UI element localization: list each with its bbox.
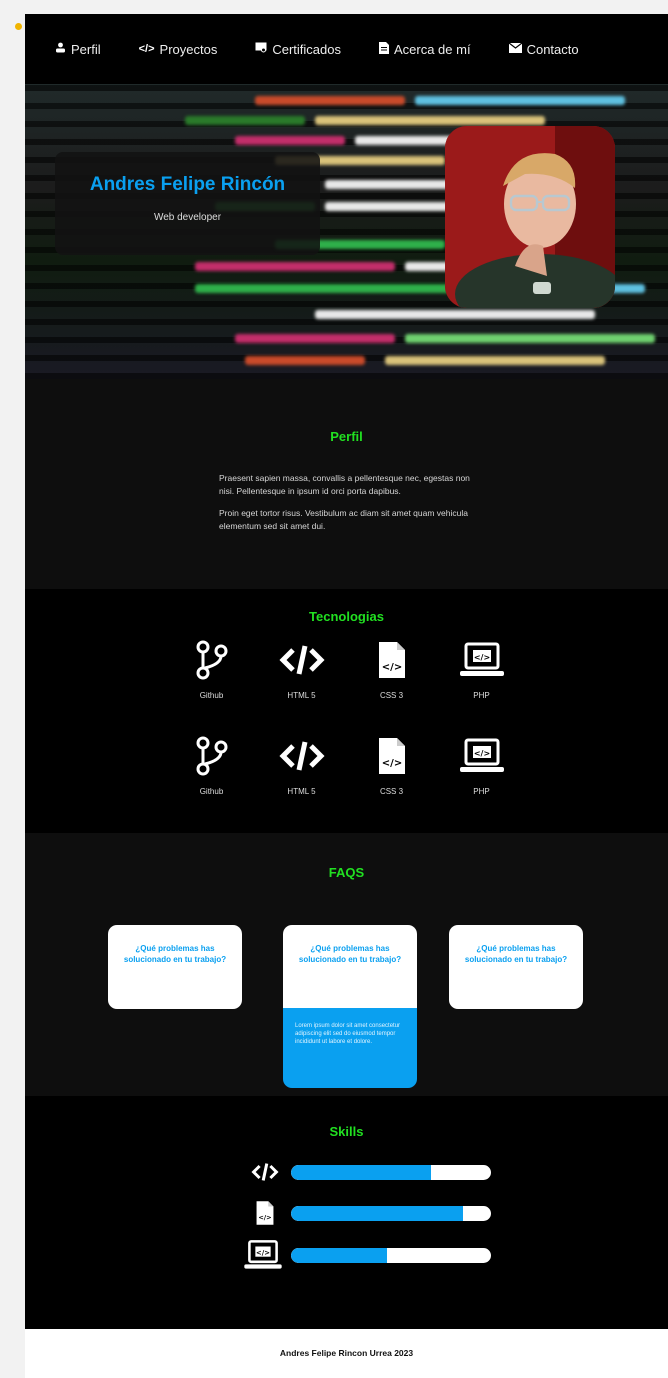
tech-label: Github bbox=[199, 787, 224, 796]
faq-question: ¿Qué problemas has solucionado en tu tra… bbox=[298, 944, 402, 964]
svg-text:</>: </> bbox=[381, 758, 401, 769]
hero-name-card: Andres Felipe Rincón Web developer bbox=[55, 152, 320, 255]
tech-item-php: </> PHP bbox=[459, 640, 505, 700]
code-icon bbox=[247, 1160, 283, 1184]
code-icon bbox=[278, 640, 325, 685]
document-icon bbox=[378, 41, 389, 57]
perfil-paragraph: Proin eget tortor risus. Vestibulum ac d… bbox=[219, 508, 468, 531]
tech-label: CSS 3 bbox=[379, 691, 404, 700]
git-branch-icon bbox=[195, 736, 229, 781]
nav-item-proyectos[interactable]: </> Proyectos bbox=[139, 42, 218, 57]
faq-card[interactable]: ¿Qué problemas has solucionado en tu tra… bbox=[108, 925, 242, 1009]
skill-row bbox=[247, 1160, 491, 1184]
svg-text:</>: </> bbox=[381, 662, 401, 673]
faq-question: ¿Qué problemas has solucionado en tu tra… bbox=[464, 944, 568, 964]
envelope-icon bbox=[508, 42, 522, 56]
tech-label: PHP bbox=[473, 691, 490, 700]
faq-answer: Lorem ipsum dolor sit amet consectetur a… bbox=[283, 1008, 417, 1088]
certificate-icon bbox=[255, 42, 267, 56]
nav-item-label: Contacto bbox=[526, 41, 579, 57]
tech-item-css: </> CSS 3 bbox=[377, 640, 407, 700]
tech-label: PHP bbox=[473, 787, 490, 796]
skill-row: </> bbox=[247, 1200, 491, 1226]
tech-item-github: Github bbox=[195, 736, 229, 796]
svg-text:</>: </> bbox=[473, 653, 489, 662]
window-indicator-dot bbox=[15, 23, 22, 30]
hero-role: Web developer bbox=[153, 212, 222, 223]
git-branch-icon bbox=[195, 640, 229, 685]
section-title-skills: Skills bbox=[329, 1124, 364, 1139]
tech-label: HTML 5 bbox=[287, 787, 316, 796]
faq-question: ¿Qué problemas has solucionado en tu tra… bbox=[123, 944, 227, 964]
nav-item-label: Certificados bbox=[272, 41, 341, 57]
faq-card[interactable]: ¿Qué problemas has solucionado en tu tra… bbox=[449, 925, 583, 1009]
nav-item-label: Acerca de mí bbox=[393, 41, 471, 57]
code-file-icon: </> bbox=[247, 1200, 283, 1226]
skill-row: </> bbox=[243, 1238, 491, 1272]
nav-item-certificados[interactable]: Certificados bbox=[255, 42, 341, 57]
nav-item-contacto[interactable]: Contacto bbox=[508, 41, 579, 57]
code-icon bbox=[278, 736, 325, 781]
tech-label: Github bbox=[199, 691, 224, 700]
tech-item-github: Github bbox=[195, 640, 229, 700]
svg-text:</>: </> bbox=[258, 1214, 271, 1222]
perfil-description: Praesent sapien massa, convallis a pelle… bbox=[219, 472, 474, 533]
perfil-section: Perfil Praesent sapien massa, convallis … bbox=[25, 379, 668, 589]
nav-item-label: Proyectos bbox=[159, 41, 218, 57]
footer-text: Andres Felipe Rincon Urrea 2023 bbox=[279, 1348, 414, 1358]
laptop-code-icon: </> bbox=[459, 736, 505, 781]
tech-item-html: HTML 5 bbox=[278, 640, 325, 700]
profile-photo bbox=[445, 126, 615, 308]
page-footer: Andres Felipe Rincon Urrea 2023 bbox=[25, 1329, 668, 1378]
skill-progress-bar bbox=[291, 1205, 491, 1221]
tecnologias-section: Tecnologias Github HTML 5 </> CSS 3 </> … bbox=[25, 589, 668, 833]
skill-progress-bar bbox=[291, 1164, 491, 1180]
section-title-faqs: FAQS bbox=[328, 865, 365, 880]
tech-item-php: </> PHP bbox=[459, 736, 505, 796]
top-navigation: Perfil </> Proyectos Certificados Acerca… bbox=[25, 14, 668, 84]
faqs-section: FAQS ¿Qué problemas has solucionado en t… bbox=[25, 833, 668, 1096]
skills-section: Skills </> </> bbox=[25, 1096, 668, 1329]
code-file-icon: </> bbox=[377, 640, 407, 685]
laptop-code-icon: </> bbox=[243, 1238, 283, 1272]
nav-item-perfil[interactable]: Perfil bbox=[55, 42, 101, 57]
tech-grid: Github HTML 5 </> CSS 3 </> PHP Github H… bbox=[172, 640, 522, 796]
page-frame: Perfil </> Proyectos Certificados Acerca… bbox=[25, 14, 668, 1378]
user-icon bbox=[55, 42, 66, 56]
tech-item-css: </> CSS 3 bbox=[377, 736, 407, 796]
tech-label: CSS 3 bbox=[379, 787, 404, 796]
hero-name: Andres Felipe Rincón bbox=[89, 174, 286, 195]
svg-text:</>: </> bbox=[473, 749, 489, 758]
skill-progress-fill bbox=[291, 1247, 387, 1263]
skill-progress-bar bbox=[291, 1247, 491, 1263]
skill-progress-fill bbox=[291, 1205, 463, 1221]
laptop-code-icon: </> bbox=[459, 640, 505, 685]
code-icon: </> bbox=[138, 43, 155, 55]
faq-card-open[interactable]: ¿Qué problemas has solucionado en tu tra… bbox=[283, 925, 417, 1021]
hero-banner: Andres Felipe Rincón Web developer bbox=[25, 84, 668, 379]
nav-item-label: Perfil bbox=[71, 41, 101, 57]
skill-progress-fill bbox=[291, 1164, 431, 1180]
section-title-perfil: Perfil bbox=[330, 429, 363, 444]
perfil-paragraph: Praesent sapien massa, convallis a pelle… bbox=[219, 473, 470, 496]
svg-text:</>: </> bbox=[256, 1249, 270, 1257]
code-file-icon: </> bbox=[377, 736, 407, 781]
nav-item-acerca[interactable]: Acerca de mí bbox=[378, 41, 471, 57]
tech-label: HTML 5 bbox=[287, 691, 316, 700]
section-title-tecnologias: Tecnologias bbox=[309, 609, 384, 624]
tech-item-html: HTML 5 bbox=[278, 736, 325, 796]
